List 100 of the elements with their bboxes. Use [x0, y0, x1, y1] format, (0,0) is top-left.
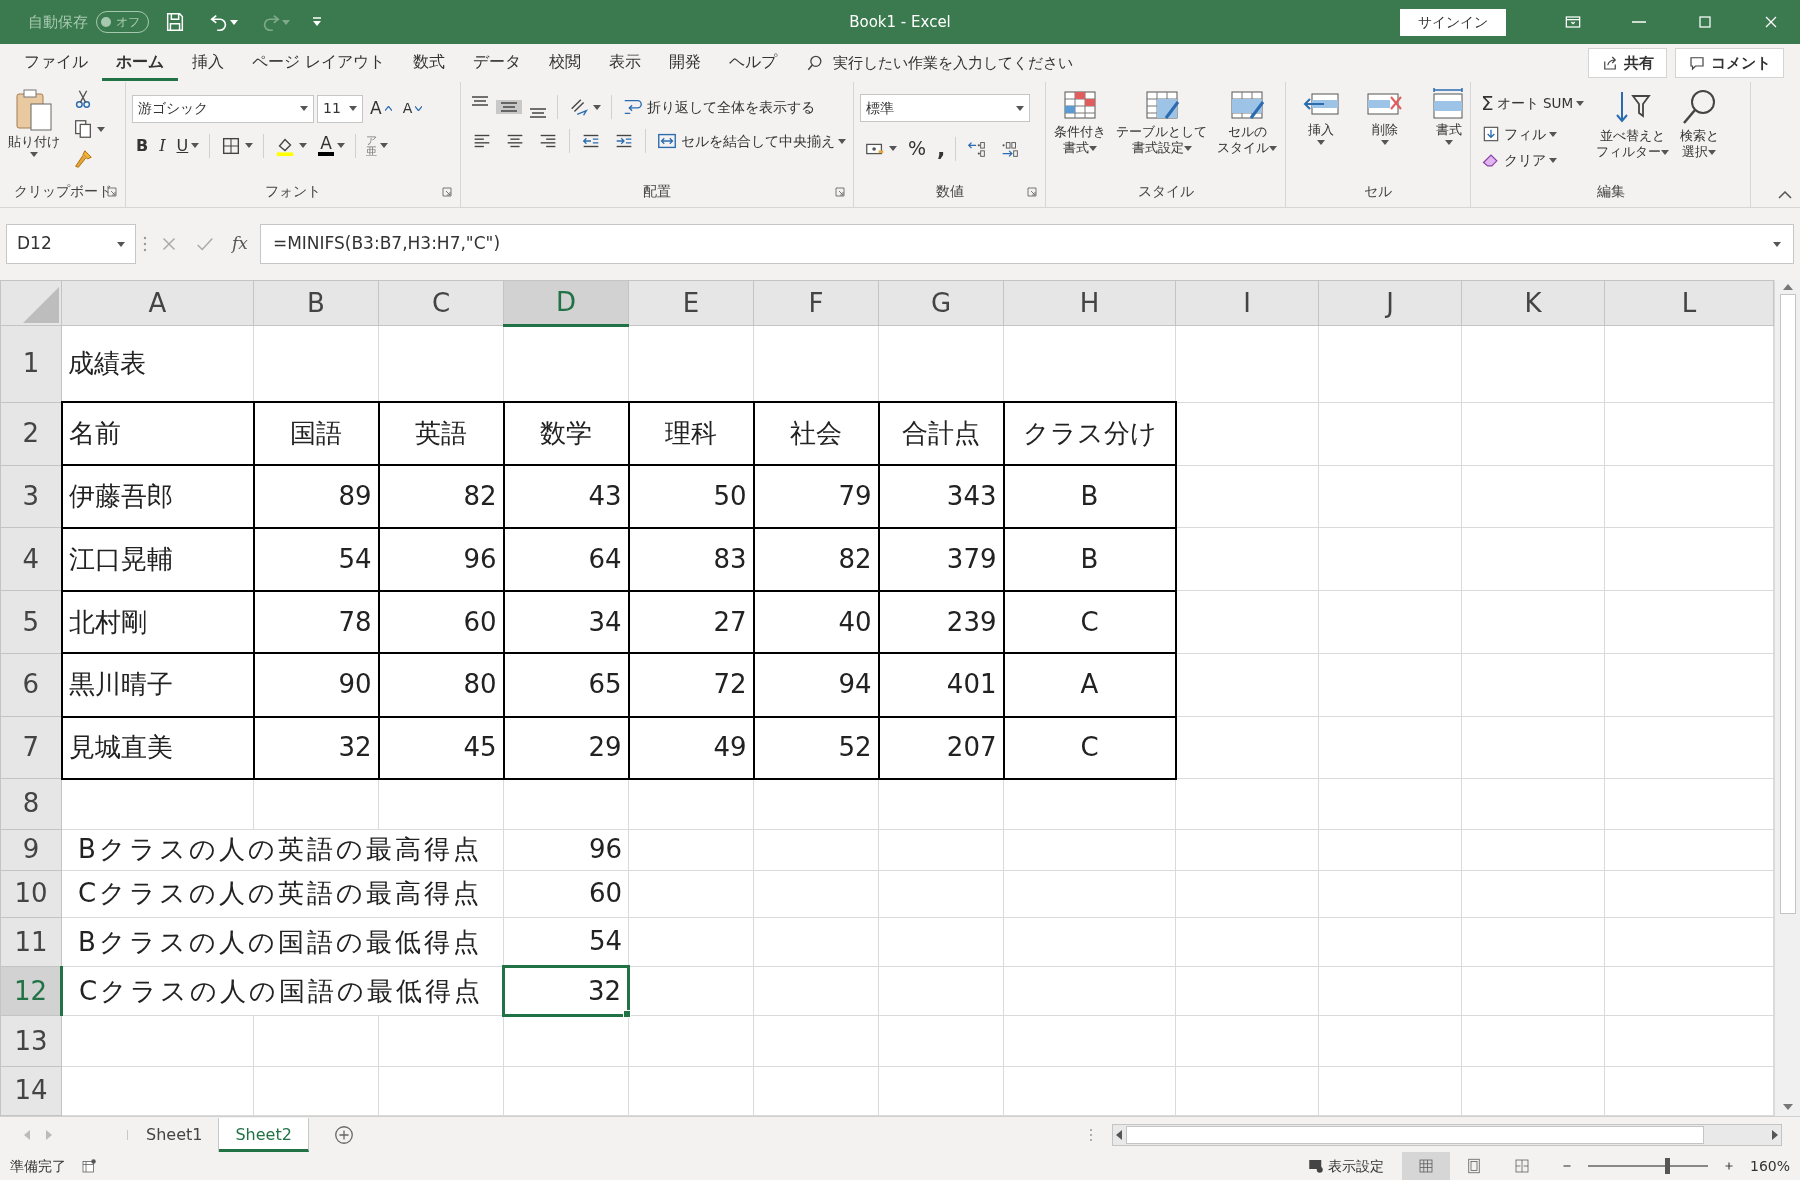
row-header[interactable]: 1 [0, 325, 62, 403]
caret-icon [1576, 100, 1585, 106]
sort-filter-button[interactable]: 並べ替えと フィルター [1594, 86, 1672, 181]
dialog-launcher-icon[interactable] [442, 187, 452, 197]
insert-button[interactable]: 挿入 [1292, 86, 1350, 181]
conditional-formatting-button[interactable]: 条件付き 書式 [1052, 86, 1108, 181]
collapse-ribbon-icon[interactable] [1778, 191, 1792, 199]
row-header[interactable]: 12 [0, 966, 62, 1016]
merge-center-button[interactable]: セルを結合して中央揃え [652, 128, 850, 154]
vertical-scrollbar[interactable] [1774, 280, 1800, 1116]
phonetic-button[interactable]: ア 亜 [361, 132, 392, 159]
save-icon [164, 11, 186, 33]
display-settings-button[interactable]: 表示設定 [1302, 1153, 1388, 1179]
dialog-launcher-icon[interactable] [1027, 187, 1037, 197]
column-header[interactable]: B [253, 280, 379, 326]
caret-icon [889, 146, 897, 151]
tell-me-field[interactable]: 実行したい作業を入力してください [833, 51, 1074, 75]
italic-button[interactable]: I [155, 131, 170, 160]
ribbon-tab[interactable]: ホーム [102, 45, 178, 81]
scroll-down-icon [1782, 1104, 1793, 1110]
caret-icon [97, 126, 105, 132]
column-header[interactable]: J [1318, 280, 1462, 326]
ribbon-tab[interactable]: ヘルプ [715, 45, 792, 81]
table-cell: 64 [503, 527, 629, 591]
formula-field[interactable]: =MINIFS(B3:B7,H3:H7,"C") [259, 224, 1794, 264]
caret-icon [300, 106, 308, 112]
table-cell: 見城直美 [61, 716, 254, 779]
increase-font-button[interactable]: A [366, 94, 396, 124]
clear-button[interactable]: クリア [1477, 148, 1589, 173]
ribbon-tab[interactable]: ページ レイアウト [238, 45, 400, 81]
row-header[interactable]: 11 [0, 917, 62, 967]
column-header[interactable]: F [753, 280, 879, 326]
column-header[interactable]: H [1003, 280, 1176, 326]
slider-thumb[interactable] [1665, 1158, 1671, 1174]
row-header[interactable]: 9 [0, 829, 62, 871]
column-header[interactable]: G [878, 280, 1004, 326]
row-header[interactable]: 7 [0, 716, 62, 779]
font-size-select[interactable]: 11 [317, 94, 363, 123]
row-header[interactable]: 3 [0, 465, 62, 528]
share-button[interactable]: 共有 [1588, 47, 1667, 79]
font-select[interactable]: 游ゴシック [132, 94, 314, 123]
insert-function-button[interactable]: fx [226, 230, 254, 258]
group-label: クリップボード [13, 183, 112, 199]
underline-button[interactable]: U [172, 131, 204, 160]
ribbon-tab[interactable]: 校閲 [535, 45, 596, 81]
table-cell: 401 [878, 653, 1004, 717]
wrap-text-button[interactable]: 折り返して全体を表示する [618, 94, 819, 120]
autosum-button[interactable]: Σ オート SUM [1477, 86, 1589, 120]
column-header[interactable]: A [61, 280, 254, 326]
row-header[interactable]: 4 [0, 527, 62, 591]
row-header[interactable]: 10 [0, 870, 62, 918]
normal-view-button[interactable] [1401, 1152, 1450, 1180]
column-header[interactable]: K [1461, 280, 1605, 326]
font-color-button[interactable]: A [314, 133, 349, 158]
ribbon-tab[interactable]: 挿入 [178, 45, 238, 81]
scroll-thumb[interactable] [1126, 1125, 1704, 1144]
ribbon-tab[interactable]: 開発 [655, 45, 716, 81]
ribbon-tab[interactable]: 表示 [595, 45, 656, 81]
horizontal-scrollbar[interactable] [1112, 1123, 1782, 1146]
name-box[interactable]: D12 [6, 224, 136, 264]
column-header[interactable]: C [378, 280, 504, 326]
sign-in-button[interactable]: サインイン [1400, 8, 1506, 36]
sheet-tab[interactable]: Sheet2 [219, 1117, 309, 1152]
macro-record-icon[interactable] [80, 1157, 98, 1175]
row-header[interactable]: 2 [0, 402, 62, 466]
decrease-font-button[interactable]: A [398, 96, 427, 122]
format-as-table-button[interactable]: テーブルとして 書式設定 [1114, 86, 1209, 181]
column-header[interactable]: L [1604, 280, 1774, 326]
delete-button[interactable]: 削除 [1356, 86, 1414, 181]
row-header[interactable]: 8 [0, 778, 62, 830]
ribbon-tab[interactable]: ファイル [10, 45, 102, 81]
cell-styles-button[interactable]: セルの スタイル [1215, 86, 1279, 181]
comment-button[interactable]: コメント [1675, 47, 1784, 79]
column-header[interactable]: D [503, 280, 629, 326]
grid-view-icon [1416, 1157, 1435, 1175]
row-header[interactable]: 14 [0, 1066, 62, 1116]
dialog-launcher-icon[interactable] [835, 187, 845, 197]
row-header[interactable]: 5 [0, 590, 62, 654]
row-header[interactable]: 6 [0, 653, 62, 717]
add-sheet-icon[interactable] [332, 1124, 355, 1146]
format-button[interactable]: 書式 [1420, 86, 1478, 181]
column-header[interactable]: E [628, 280, 754, 326]
fill-button[interactable]: フィル [1477, 122, 1589, 147]
column-header[interactable]: I [1175, 280, 1319, 326]
row-header[interactable]: 13 [0, 1015, 62, 1067]
bold-button[interactable]: B [132, 131, 153, 160]
ribbon-tab[interactable]: 数式 [399, 45, 460, 81]
comma-button[interactable]: , [933, 130, 950, 167]
caret-icon [1549, 157, 1557, 163]
fill-handle[interactable] [623, 1010, 631, 1019]
scroll-left-icon [1116, 1129, 1122, 1140]
scroll-thumb[interactable] [1779, 294, 1796, 914]
ribbon-tab[interactable]: データ [459, 45, 536, 81]
paste-button[interactable]: 貼り付け [6, 86, 62, 181]
find-select-button[interactable]: 検索と 選択 [1677, 86, 1722, 181]
middle-align-button[interactable] [496, 100, 522, 114]
percent-button[interactable]: % [904, 132, 931, 165]
number-format-select[interactable]: 標準 [860, 94, 1030, 122]
zoom-level[interactable]: 160% [1749, 1155, 1790, 1177]
group-label: フォント [265, 183, 321, 199]
